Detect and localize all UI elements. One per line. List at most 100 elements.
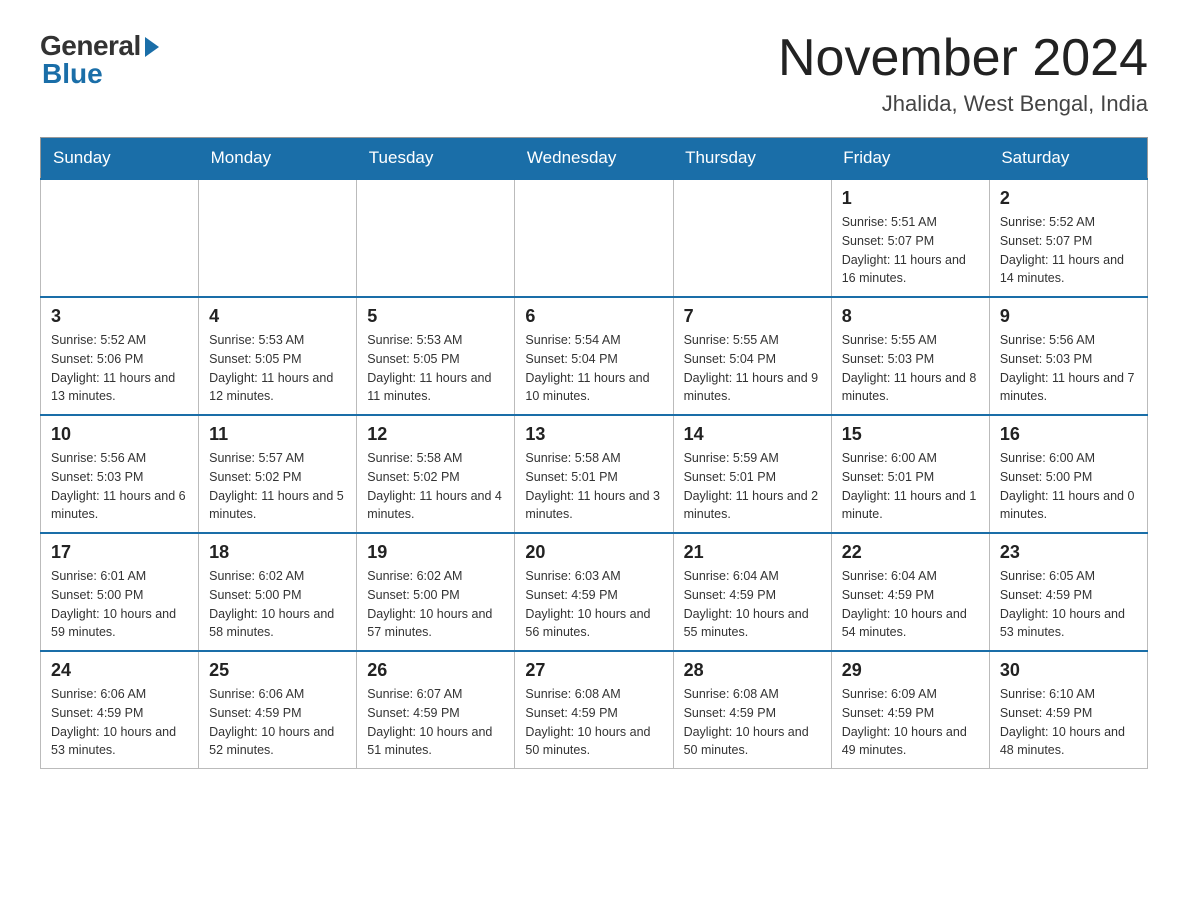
- calendar-cell: 16Sunrise: 6:00 AM Sunset: 5:00 PM Dayli…: [989, 415, 1147, 533]
- calendar-week-row: 10Sunrise: 5:56 AM Sunset: 5:03 PM Dayli…: [41, 415, 1148, 533]
- day-number: 14: [684, 424, 821, 445]
- day-info: Sunrise: 6:08 AM Sunset: 4:59 PM Dayligh…: [684, 685, 821, 760]
- day-info: Sunrise: 6:02 AM Sunset: 5:00 PM Dayligh…: [209, 567, 346, 642]
- day-number: 23: [1000, 542, 1137, 563]
- day-number: 17: [51, 542, 188, 563]
- calendar-cell: 14 Sunrise: 5:59 AM Sunset: 5:01 PM Dayli…: [673, 415, 831, 533]
- logo-arrow-icon: [145, 37, 159, 57]
- calendar-cell: 25 Sunrise: 6:06 AM Sunset: 4:59 PM Dayli…: [199, 651, 357, 769]
- day-info: Sunrise: 6:06 AM Sunset: 4:59 PM Dayligh…: [209, 685, 346, 760]
- calendar-cell: 17 Sunrise: 6:01 AM Sunset: 5:00 PM Dayli…: [41, 533, 199, 651]
- calendar-day-header: Monday: [199, 138, 357, 180]
- day-info: Sunrise: 5:51 AM Sunset: 5:07 PM Dayligh…: [842, 213, 979, 288]
- location-subtitle: Jhalida, West Bengal, India: [778, 91, 1148, 117]
- page-header: General Blue November 2024 Jhalida, West…: [40, 30, 1148, 117]
- calendar-cell: 20 Sunrise: 6:03 AM Sunset: 4:59 PM Dayli…: [515, 533, 673, 651]
- calendar-cell: 12Sunrise: 5:58 AM Sunset: 5:02 PM Dayli…: [357, 415, 515, 533]
- day-info: Sunrise: 6:10 AM Sunset: 4:59 PM Dayligh…: [1000, 685, 1137, 760]
- day-info: Sunrise: 5:57 AM Sunset: 5:02 PM Dayligh…: [209, 449, 346, 524]
- day-number: 7: [684, 306, 821, 327]
- day-info: Sunrise: 6:04 AM Sunset: 4:59 PM Dayligh…: [842, 567, 979, 642]
- day-info: Sunrise: 5:53 AM Sunset: 5:05 PM Dayligh…: [367, 331, 504, 406]
- day-info: Sunrise: 5:55 AM Sunset: 5:04 PM Dayligh…: [684, 331, 821, 406]
- calendar-table: SundayMondayTuesdayWednesdayThursdayFrid…: [40, 137, 1148, 769]
- day-info: Sunrise: 5:55 AM Sunset: 5:03 PM Dayligh…: [842, 331, 979, 406]
- day-info: Sunrise: 5:52 AM Sunset: 5:06 PM Dayligh…: [51, 331, 188, 406]
- calendar-day-header: Friday: [831, 138, 989, 180]
- calendar-cell: 30 Sunrise: 6:10 AM Sunset: 4:59 PM Dayli…: [989, 651, 1147, 769]
- day-number: 27: [525, 660, 662, 681]
- day-number: 1: [842, 188, 979, 209]
- calendar-cell: 19Sunrise: 6:02 AM Sunset: 5:00 PM Dayli…: [357, 533, 515, 651]
- day-number: 20: [525, 542, 662, 563]
- calendar-cell: 22 Sunrise: 6:04 AM Sunset: 4:59 PM Dayli…: [831, 533, 989, 651]
- day-number: 26: [367, 660, 504, 681]
- day-number: 12: [367, 424, 504, 445]
- calendar-day-header: Saturday: [989, 138, 1147, 180]
- calendar-cell: [41, 179, 199, 297]
- day-number: 2: [1000, 188, 1137, 209]
- day-number: 5: [367, 306, 504, 327]
- calendar-cell: 4 Sunrise: 5:53 AM Sunset: 5:05 PM Daylig…: [199, 297, 357, 415]
- day-info: Sunrise: 6:01 AM Sunset: 5:00 PM Dayligh…: [51, 567, 188, 642]
- day-number: 30: [1000, 660, 1137, 681]
- day-info: Sunrise: 5:58 AM Sunset: 5:01 PM Dayligh…: [525, 449, 662, 524]
- day-number: 13: [525, 424, 662, 445]
- calendar-cell: 2Sunrise: 5:52 AM Sunset: 5:07 PM Daylig…: [989, 179, 1147, 297]
- calendar-cell: [199, 179, 357, 297]
- day-number: 9: [1000, 306, 1137, 327]
- day-number: 4: [209, 306, 346, 327]
- day-number: 28: [684, 660, 821, 681]
- day-number: 11: [209, 424, 346, 445]
- day-number: 6: [525, 306, 662, 327]
- calendar-cell: 3 Sunrise: 5:52 AM Sunset: 5:06 PM Daylig…: [41, 297, 199, 415]
- day-info: Sunrise: 6:09 AM Sunset: 4:59 PM Dayligh…: [842, 685, 979, 760]
- day-info: Sunrise: 5:56 AM Sunset: 5:03 PM Dayligh…: [1000, 331, 1137, 406]
- calendar-week-row: 3 Sunrise: 5:52 AM Sunset: 5:06 PM Daylig…: [41, 297, 1148, 415]
- day-number: 8: [842, 306, 979, 327]
- calendar-cell: 29 Sunrise: 6:09 AM Sunset: 4:59 PM Dayli…: [831, 651, 989, 769]
- day-number: 18: [209, 542, 346, 563]
- day-number: 21: [684, 542, 821, 563]
- calendar-cell: 27 Sunrise: 6:08 AM Sunset: 4:59 PM Dayli…: [515, 651, 673, 769]
- calendar-cell: 21 Sunrise: 6:04 AM Sunset: 4:59 PM Dayli…: [673, 533, 831, 651]
- calendar-cell: [357, 179, 515, 297]
- day-number: 24: [51, 660, 188, 681]
- calendar-cell: [515, 179, 673, 297]
- month-year-title: November 2024: [778, 30, 1148, 87]
- day-info: Sunrise: 5:59 AM Sunset: 5:01 PM Dayligh…: [684, 449, 821, 524]
- day-number: 25: [209, 660, 346, 681]
- calendar-day-header: Wednesday: [515, 138, 673, 180]
- calendar-cell: 9 Sunrise: 5:56 AM Sunset: 5:03 PM Daylig…: [989, 297, 1147, 415]
- day-info: Sunrise: 6:03 AM Sunset: 4:59 PM Dayligh…: [525, 567, 662, 642]
- day-info: Sunrise: 6:02 AM Sunset: 5:00 PM Dayligh…: [367, 567, 504, 642]
- calendar-cell: 8 Sunrise: 5:55 AM Sunset: 5:03 PM Daylig…: [831, 297, 989, 415]
- calendar-cell: 24 Sunrise: 6:06 AM Sunset: 4:59 PM Dayli…: [41, 651, 199, 769]
- day-number: 22: [842, 542, 979, 563]
- calendar-week-row: 1 Sunrise: 5:51 AM Sunset: 5:07 PM Daylig…: [41, 179, 1148, 297]
- day-info: Sunrise: 6:04 AM Sunset: 4:59 PM Dayligh…: [684, 567, 821, 642]
- calendar-day-header: Sunday: [41, 138, 199, 180]
- day-number: 15: [842, 424, 979, 445]
- day-info: Sunrise: 6:07 AM Sunset: 4:59 PM Dayligh…: [367, 685, 504, 760]
- logo: General Blue: [40, 30, 159, 90]
- calendar-day-header: Thursday: [673, 138, 831, 180]
- calendar-cell: 5 Sunrise: 5:53 AM Sunset: 5:05 PM Daylig…: [357, 297, 515, 415]
- calendar-cell: 15 Sunrise: 6:00 AM Sunset: 5:01 PM Dayli…: [831, 415, 989, 533]
- day-info: Sunrise: 5:53 AM Sunset: 5:05 PM Dayligh…: [209, 331, 346, 406]
- day-info: Sunrise: 6:05 AM Sunset: 4:59 PM Dayligh…: [1000, 567, 1137, 642]
- day-number: 3: [51, 306, 188, 327]
- day-number: 29: [842, 660, 979, 681]
- calendar-week-row: 24 Sunrise: 6:06 AM Sunset: 4:59 PM Dayli…: [41, 651, 1148, 769]
- day-info: Sunrise: 5:56 AM Sunset: 5:03 PM Dayligh…: [51, 449, 188, 524]
- calendar-cell: 1 Sunrise: 5:51 AM Sunset: 5:07 PM Daylig…: [831, 179, 989, 297]
- calendar-header-row: SundayMondayTuesdayWednesdayThursdayFrid…: [41, 138, 1148, 180]
- calendar-cell: 28 Sunrise: 6:08 AM Sunset: 4:59 PM Dayli…: [673, 651, 831, 769]
- day-info: Sunrise: 6:00 AM Sunset: 5:01 PM Dayligh…: [842, 449, 979, 524]
- logo-blue-text: Blue: [42, 58, 103, 90]
- calendar-cell: 10Sunrise: 5:56 AM Sunset: 5:03 PM Dayli…: [41, 415, 199, 533]
- day-info: Sunrise: 6:08 AM Sunset: 4:59 PM Dayligh…: [525, 685, 662, 760]
- day-info: Sunrise: 6:06 AM Sunset: 4:59 PM Dayligh…: [51, 685, 188, 760]
- calendar-cell: 26 Sunrise: 6:07 AM Sunset: 4:59 PM Dayli…: [357, 651, 515, 769]
- day-info: Sunrise: 6:00 AM Sunset: 5:00 PM Dayligh…: [1000, 449, 1137, 524]
